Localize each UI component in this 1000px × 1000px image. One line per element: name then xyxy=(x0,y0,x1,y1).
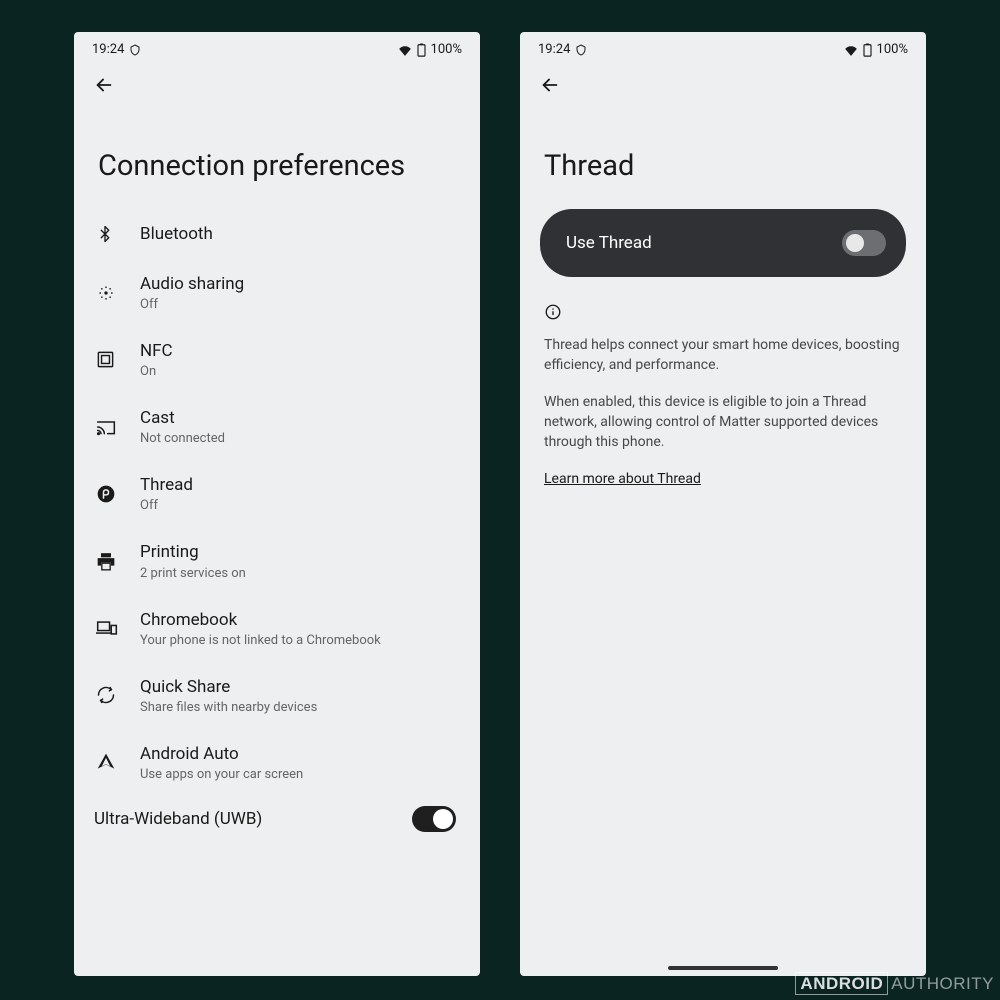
phone-connection-preferences: 19:24 100% Connection preferences Blueto… xyxy=(74,32,480,976)
item-printing[interactable]: Printing 2 print services on xyxy=(74,527,480,594)
status-bar: 19:24 100% xyxy=(74,32,480,63)
item-sub: Your phone is not linked to a Chromebook xyxy=(140,633,456,648)
status-time: 19:24 xyxy=(538,42,570,57)
uwb-toggle[interactable] xyxy=(412,806,456,832)
wifi-icon xyxy=(844,44,858,56)
item-quick-share[interactable]: Quick Share Share files with nearby devic… xyxy=(74,662,480,729)
item-nfc[interactable]: NFC On xyxy=(74,326,480,393)
watermark: ANDROIDAUTHORITY xyxy=(795,974,994,994)
cast-icon xyxy=(96,418,116,436)
bluetooth-icon xyxy=(96,223,114,245)
info-text-2: When enabled, this device is eligible to… xyxy=(544,392,902,453)
page-title: Thread xyxy=(520,99,926,209)
phone-thread: 19:24 100% Thread Use Thread Thread help… xyxy=(520,32,926,976)
chromebook-icon xyxy=(96,620,118,636)
item-bluetooth[interactable]: Bluetooth xyxy=(74,209,480,259)
nfc-icon xyxy=(96,350,115,369)
item-title: Android Auto xyxy=(140,743,456,765)
item-sub: On xyxy=(140,364,456,379)
battery-icon xyxy=(417,43,426,57)
item-title: Chromebook xyxy=(140,609,456,631)
home-indicator[interactable] xyxy=(668,966,778,970)
info-icon xyxy=(544,303,902,321)
info-text-1: Thread helps connect your smart home dev… xyxy=(544,335,902,376)
audio-sharing-icon xyxy=(96,283,116,303)
item-title: Printing xyxy=(140,541,456,563)
item-audio-sharing[interactable]: Audio sharing Off xyxy=(74,259,480,326)
quick-share-icon xyxy=(96,685,116,705)
item-sub: 2 print services on xyxy=(140,566,456,581)
learn-more-link[interactable]: Learn more about Thread xyxy=(544,471,701,487)
wifi-icon xyxy=(398,44,412,56)
status-battery: 100% xyxy=(431,42,462,57)
item-sub: Not connected xyxy=(140,431,456,446)
item-sub: Off xyxy=(140,498,456,513)
back-button[interactable] xyxy=(90,71,118,99)
battery-icon xyxy=(863,43,872,57)
status-time: 19:24 xyxy=(92,42,124,57)
shield-icon xyxy=(575,44,587,56)
item-title: Ultra-Wideband (UWB) xyxy=(94,809,262,829)
item-title: Cast xyxy=(140,407,456,429)
toggle-switch-off[interactable] xyxy=(842,230,886,256)
thread-icon xyxy=(96,484,116,504)
status-bar: 19:24 100% xyxy=(520,32,926,63)
info-block: Thread helps connect your smart home dev… xyxy=(520,297,926,493)
item-thread[interactable]: Thread Off xyxy=(74,460,480,527)
page-title: Connection preferences xyxy=(74,99,480,209)
item-sub: Off xyxy=(140,297,456,312)
item-title: Bluetooth xyxy=(140,223,456,245)
item-title: Audio sharing xyxy=(140,273,456,295)
use-thread-toggle[interactable]: Use Thread xyxy=(540,209,906,277)
item-chromebook[interactable]: Chromebook Your phone is not linked to a … xyxy=(74,595,480,662)
item-uwb[interactable]: Ultra-Wideband (UWB) xyxy=(74,796,480,832)
item-sub: Share files with nearby devices xyxy=(140,700,456,715)
item-title: NFC xyxy=(140,340,456,362)
settings-list: Bluetooth Audio sharing Off NFC On Cast Not… xyxy=(74,209,480,976)
item-title: Quick Share xyxy=(140,676,456,698)
status-battery: 100% xyxy=(877,42,908,57)
shield-icon xyxy=(129,44,141,56)
print-icon xyxy=(96,552,116,571)
android-auto-icon xyxy=(96,752,116,772)
watermark-light: AUTHORITY xyxy=(891,974,994,993)
watermark-bold: ANDROID xyxy=(795,972,888,995)
item-title: Thread xyxy=(140,474,456,496)
item-android-auto[interactable]: Android Auto Use apps on your car screen xyxy=(74,729,480,796)
toggle-label: Use Thread xyxy=(566,233,652,253)
item-cast[interactable]: Cast Not connected xyxy=(74,393,480,460)
item-sub: Use apps on your car screen xyxy=(140,767,456,782)
back-button[interactable] xyxy=(536,71,564,99)
